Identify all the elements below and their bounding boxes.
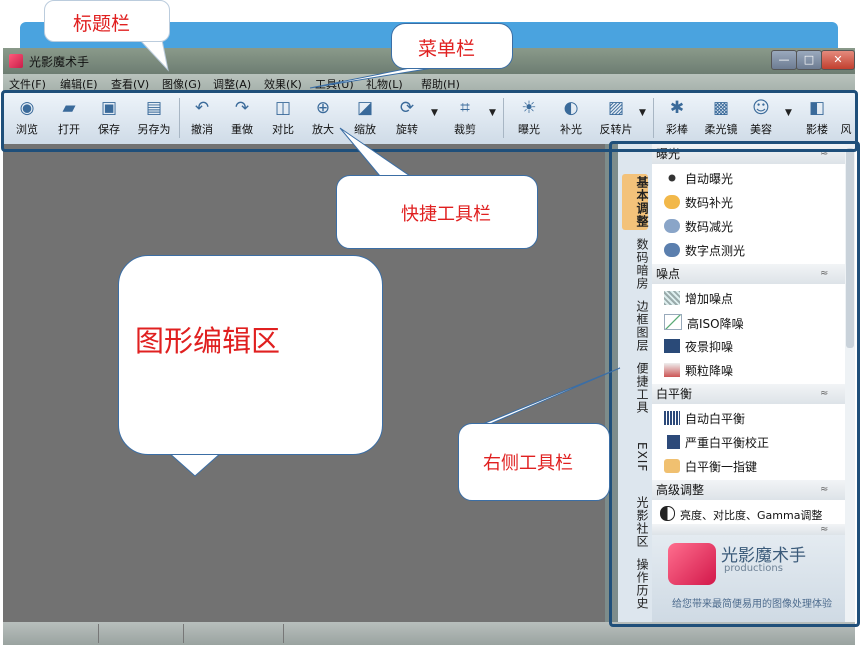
callout-quick-toolbar: 快捷工具栏 xyxy=(336,175,538,249)
callout-title-bar: 标题栏 xyxy=(44,0,170,42)
minimize-button[interactable]: — xyxy=(771,50,797,70)
maximize-button[interactable]: □ xyxy=(796,50,822,70)
right-toolbar-highlight-box xyxy=(609,141,860,627)
callout-menu-bar: 菜单栏 xyxy=(391,23,513,69)
status-divider xyxy=(283,624,284,643)
close-button[interactable]: ✕ xyxy=(821,50,855,70)
window-title: 光影魔术手 xyxy=(29,55,90,69)
callout-right-toolbar: 右侧工具栏 xyxy=(458,423,610,501)
status-divider xyxy=(183,624,184,643)
status-divider xyxy=(98,624,99,643)
app-logo-icon xyxy=(9,54,23,68)
callout-edit-area: 图形编辑区 xyxy=(118,255,383,455)
